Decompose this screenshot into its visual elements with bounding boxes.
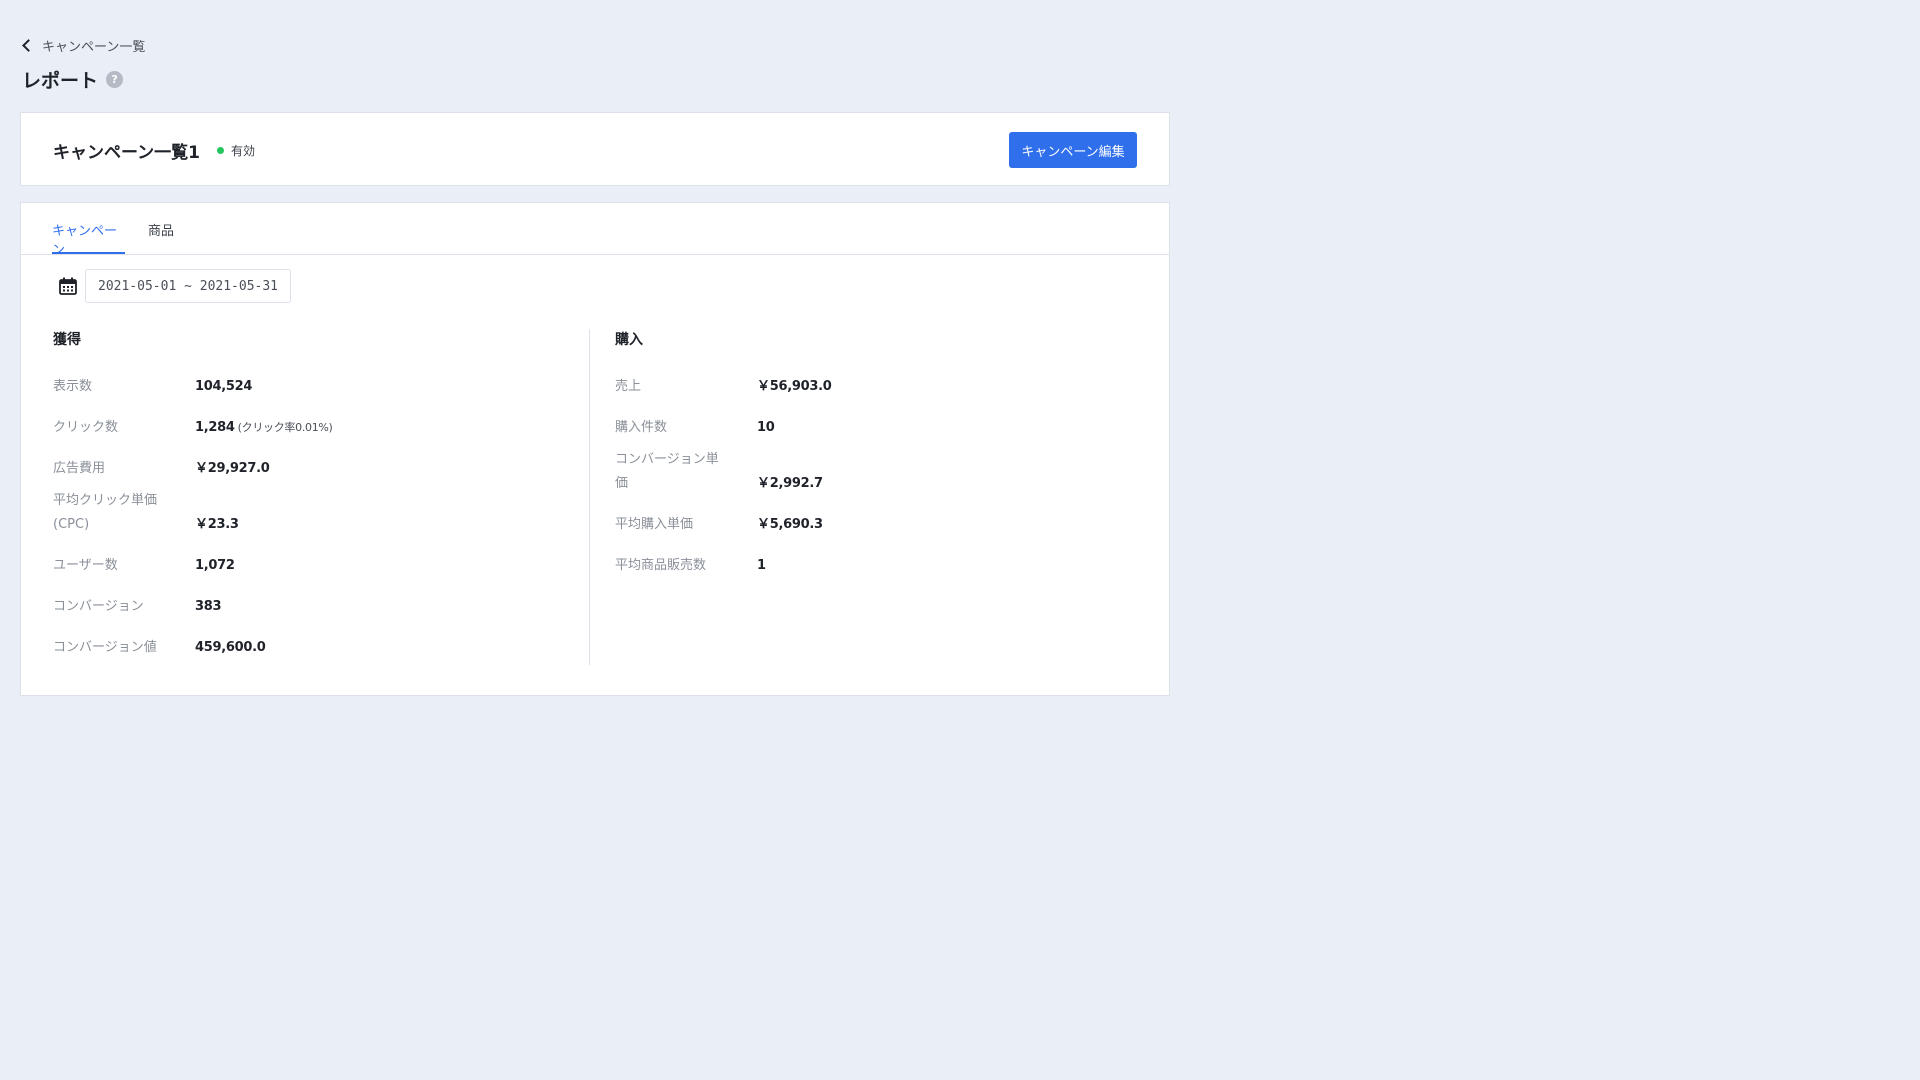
back-link-label: キャンペーン一覧 <box>42 40 146 55</box>
campaign-name: キャンペーン一覧1 <box>53 143 200 163</box>
metric-label: クリック数 <box>53 420 119 435</box>
campaign-header-card: キャンペーン一覧1 有効 キャンペーン編集 <box>20 112 1170 186</box>
status-dot-icon <box>217 147 224 154</box>
metric-value: ￥23.3 <box>195 517 239 532</box>
metric-row-sales: 売上 ￥56,903.0 <box>615 366 1135 407</box>
metric-label: 表示数 <box>53 379 93 394</box>
tab-products[interactable]: 商品 <box>148 220 174 254</box>
metric-label-line1: コンバージョン単 <box>615 452 719 467</box>
date-filter: 2021-05-01 ~ 2021-05-31 <box>57 269 292 303</box>
page-title-row: レポート ? <box>22 66 124 93</box>
metric-row-cpc: 平均クリック単価 (CPC) ￥23.3 <box>53 489 573 545</box>
metric-row-purchase-count: 購入件数 10 <box>615 407 1135 448</box>
metric-value: ￥2,992.7 <box>757 476 823 491</box>
metric-label: 平均商品販売数 <box>615 558 707 573</box>
metric-value: ￥5,690.3 <box>757 517 823 532</box>
acquisition-section: 獲得 表示数 104,524 クリック数 1,284 (クリック率0.01%) 広… <box>53 329 573 668</box>
metric-value: ￥29,927.0 <box>195 461 270 476</box>
metric-row-conversion-value: コンバージョン値 459,600.0 <box>53 627 573 668</box>
chevron-left-icon <box>22 39 35 52</box>
metric-value: 459,600.0 <box>195 640 266 655</box>
tab-bar: キャンペーン 商品 <box>21 203 1169 258</box>
report-card: キャンペーン 商品 2021-05-01 ~ 2021-05-31 獲得 表示数… <box>20 202 1170 696</box>
metric-row-cost-per-conversion: コンバージョン単価 ￥2,992.7 <box>615 448 1135 504</box>
back-to-campaign-list-link[interactable]: キャンペーン一覧 <box>22 36 145 55</box>
metric-row-clicks: クリック数 1,284 (クリック率0.01%) <box>53 407 573 448</box>
tab-campaign[interactable]: キャンペーン <box>52 220 125 258</box>
metric-label: 平均購入単価 <box>615 517 694 532</box>
help-icon[interactable]: ? <box>106 71 124 88</box>
metric-value: 1 <box>757 558 766 573</box>
metric-value: 10 <box>757 420 775 435</box>
metric-value: 1,072 <box>195 558 235 573</box>
metric-value-clicks: 1,284 (クリック率0.01%) <box>195 416 333 448</box>
metric-row-conversions: コンバージョン 383 <box>53 586 573 627</box>
acquisition-title: 獲得 <box>53 332 81 348</box>
section-divider <box>589 329 590 665</box>
metric-label-cpc: 平均クリック単価 (CPC) <box>53 489 195 545</box>
metric-value: ￥56,903.0 <box>757 379 832 394</box>
purchase-section: 購入 売上 ￥56,903.0 購入件数 10 コンバージョン単価 ￥2,992… <box>615 329 1135 586</box>
date-range-picker[interactable]: 2021-05-01 ~ 2021-05-31 <box>85 269 292 303</box>
metric-label-line1: 平均クリック単価 <box>53 493 158 508</box>
metric-label: コンバージョン <box>53 599 144 614</box>
status-badge: 有効 <box>217 142 255 159</box>
metric-label: 購入件数 <box>615 420 668 435</box>
page-title: レポート <box>22 70 99 92</box>
purchase-title: 購入 <box>615 332 643 348</box>
metric-row-impressions: 表示数 104,524 <box>53 366 573 407</box>
metric-value: 383 <box>195 599 222 614</box>
metric-label-line2: (CPC) <box>53 517 90 532</box>
metric-label: 売上 <box>615 379 642 394</box>
metric-label-line2: 価 <box>615 476 629 491</box>
metric-value: 1,284 <box>195 420 235 435</box>
metric-value: 104,524 <box>195 379 253 394</box>
click-rate-note: (クリック率0.01%) <box>237 421 333 434</box>
metric-label: ユーザー数 <box>53 558 118 573</box>
metric-row-ad-cost: 広告費用 ￥29,927.0 <box>53 448 573 489</box>
metric-label: コンバージョン値 <box>53 640 157 655</box>
edit-campaign-button[interactable]: キャンペーン編集 <box>1009 132 1137 168</box>
metric-row-users: ユーザー数 1,072 <box>53 545 573 586</box>
status-label: 有効 <box>231 144 256 158</box>
metric-label: 広告費用 <box>53 461 106 476</box>
metric-label-cost-per-conversion: コンバージョン単価 <box>615 448 757 504</box>
calendar-icon[interactable] <box>57 275 79 297</box>
metric-row-avg-order-value: 平均購入単価 ￥5,690.3 <box>615 504 1135 545</box>
metric-row-avg-items-sold: 平均商品販売数 1 <box>615 545 1135 586</box>
